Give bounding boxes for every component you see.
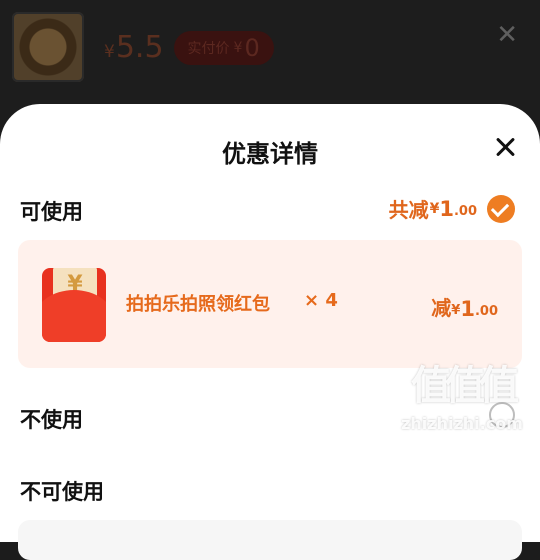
product-header: ¥ 5.5 实付价 ¥ 0 ✕ xyxy=(0,0,540,110)
total-discount-label: 共减 xyxy=(388,198,429,222)
coupon-amount-value: 1 xyxy=(460,297,475,321)
coupon-amount: 减 ¥ 1 .00 xyxy=(431,292,498,321)
product-price: 5.5 xyxy=(115,30,164,65)
pay-price-currency: ¥ xyxy=(233,39,243,56)
watermark-logo: 值值值 xyxy=(411,363,519,409)
unavailable-section-label: 不可使用 xyxy=(20,480,104,504)
total-discount-currency: ¥ xyxy=(429,200,440,217)
coupon-name: 拍拍乐拍照领红包 xyxy=(126,294,270,315)
pay-price-badge: 实付价 ¥ 0 xyxy=(173,30,274,65)
watermark: 值值值 zhizhizhi.com xyxy=(392,356,532,536)
checkmark-icon[interactable] xyxy=(487,194,515,223)
close-icon[interactable] xyxy=(494,136,516,158)
sheet-title: 优惠详情 xyxy=(222,140,318,168)
pay-price-label: 实付价 xyxy=(187,40,230,57)
product-thumbnail xyxy=(12,12,84,82)
no-use-option-label[interactable]: 不使用 xyxy=(20,404,83,434)
envelope-flap xyxy=(42,290,106,342)
available-section-label: 可使用 xyxy=(20,200,83,224)
coupon-amount-label: 减 xyxy=(431,296,452,320)
watermark-text: zhizhizhi.com xyxy=(401,414,523,433)
coupon-amount-decimal: .00 xyxy=(474,304,498,319)
coupon-quantity: × 4 xyxy=(304,290,338,311)
price-row: ¥ 5.5 实付价 ¥ 0 xyxy=(104,30,274,65)
coupon-card[interactable]: ¥ 拍拍乐拍照领红包 × 4 减 ¥ 1 .00 xyxy=(18,240,522,368)
price-currency: ¥ xyxy=(104,41,115,62)
red-envelope-icon: ¥ xyxy=(42,268,106,342)
coupon-amount-currency: ¥ xyxy=(451,303,461,318)
header-close-icon[interactable]: ✕ xyxy=(496,20,518,50)
total-discount-value: 1 xyxy=(439,196,454,221)
total-discount: 共减 ¥ 1 .00 xyxy=(389,194,515,223)
pay-price-value: 0 xyxy=(244,33,260,62)
total-discount-decimal: .00 xyxy=(453,204,477,219)
